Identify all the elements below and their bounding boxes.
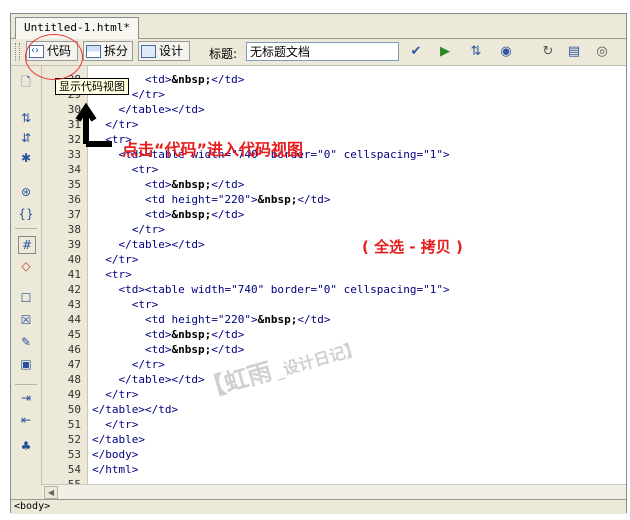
file-transfer-icon[interactable]: ⇅ bbox=[467, 44, 485, 60]
balance-braces-icon[interactable]: {} bbox=[18, 206, 34, 222]
code-line: </tr> bbox=[92, 223, 165, 236]
debug-icon[interactable]: ▶ bbox=[436, 44, 454, 60]
recent-snippets-icon[interactable]: ▣ bbox=[18, 356, 34, 372]
entity-nbsp: &nbsp; bbox=[171, 328, 212, 341]
browser-preview-icon[interactable]: ◉ bbox=[497, 44, 515, 60]
scroll-left-icon[interactable]: ◀ bbox=[44, 486, 58, 499]
line-number: 52 bbox=[67, 433, 81, 446]
code-line: </table></td> bbox=[92, 373, 205, 386]
coding-toolbar: 🗋 ⇅ ⇵ ✱ ⊛ {} # ◇ ☐ ☒ ✎ ▣ ⇥ ⇤ ♣ bbox=[11, 66, 42, 486]
code-line: </table></td> bbox=[92, 403, 179, 416]
line-number: 43 bbox=[67, 298, 81, 311]
entity-nbsp: &nbsp; bbox=[171, 73, 212, 86]
outdent-icon[interactable]: ⇤ bbox=[18, 412, 34, 428]
collapse-tag-icon[interactable]: ⇅ bbox=[18, 110, 34, 126]
line-number: 54 bbox=[67, 463, 81, 476]
status-bar: <body> bbox=[11, 499, 626, 514]
highlight-circle bbox=[25, 34, 83, 80]
highlight-invalid-icon[interactable]: ◇ bbox=[18, 258, 34, 274]
line-number: 50 bbox=[67, 403, 81, 416]
code-line: <tr> bbox=[92, 163, 159, 176]
refresh-icon[interactable]: ↻ bbox=[539, 44, 557, 60]
code-line: <tr> bbox=[92, 298, 159, 311]
line-number: 35 bbox=[67, 178, 81, 191]
line-number: 33 bbox=[67, 148, 81, 161]
annotation-click-code: 点击“代码”进入代码视图 bbox=[122, 140, 304, 159]
line-number: 37 bbox=[67, 208, 81, 221]
expand-all-icon[interactable]: ✱ bbox=[18, 150, 34, 166]
pointer-arrow-icon bbox=[75, 102, 112, 147]
split-view-button[interactable]: 拆分 bbox=[83, 41, 133, 61]
title-label: 标题: bbox=[209, 47, 238, 61]
code-line: </html> bbox=[92, 463, 139, 476]
code-line: </table></td> bbox=[92, 238, 205, 251]
annotation-select-copy: ( 全选 - 拷贝 ) bbox=[362, 238, 463, 256]
code-editor[interactable]: <td>&nbsp;</td> </tr> </table></td> </tr… bbox=[88, 66, 626, 484]
sidebar-separator bbox=[15, 228, 37, 229]
title-input[interactable]: 无标题文档 bbox=[246, 42, 399, 61]
line-number: 48 bbox=[67, 373, 81, 386]
code-line: <td height="220">&nbsp;</td> bbox=[92, 313, 331, 326]
line-number: 40 bbox=[67, 253, 81, 266]
document-tab[interactable]: Untitled-1.html* bbox=[15, 17, 139, 39]
validate-icon[interactable]: ✔ bbox=[407, 44, 425, 60]
design-view-label: 设计 bbox=[159, 44, 184, 58]
open-documents-icon[interactable]: 🗋 bbox=[18, 74, 34, 90]
sidebar-separator bbox=[15, 384, 37, 385]
entity-nbsp: &nbsp; bbox=[171, 343, 212, 356]
design-view-button[interactable]: 设计 bbox=[138, 41, 190, 61]
split-view-icon bbox=[86, 44, 101, 58]
code-line: <td>&nbsp;</td> bbox=[92, 208, 245, 221]
tag-selector-body[interactable]: <body> bbox=[14, 500, 50, 514]
format-source-icon[interactable]: ♣ bbox=[18, 438, 34, 454]
line-number: 38 bbox=[67, 223, 81, 236]
code-line: </body> bbox=[92, 448, 139, 461]
line-number: 42 bbox=[67, 283, 81, 296]
toolbar-grip[interactable] bbox=[15, 43, 20, 61]
code-line: <td>&nbsp;</td> bbox=[92, 178, 245, 191]
wrap-tag-icon[interactable]: ✎ bbox=[18, 334, 34, 350]
line-numbers-icon[interactable]: # bbox=[18, 236, 36, 254]
code-line: </tr> bbox=[92, 358, 165, 371]
entity-nbsp: &nbsp; bbox=[257, 193, 298, 206]
line-number: 53 bbox=[67, 448, 81, 461]
entity-nbsp: &nbsp; bbox=[171, 208, 212, 221]
design-view-icon bbox=[141, 44, 156, 58]
entity-nbsp: &nbsp; bbox=[171, 178, 212, 191]
visual-aids-icon[interactable]: ◎ bbox=[593, 44, 611, 60]
indent-icon[interactable]: ⇥ bbox=[18, 390, 34, 406]
document-toolbar: 代码 拆分 设计 标题: 无标题文档 ✔ ▶ ⇅ ◉ ↻ ▤ ◎ bbox=[11, 39, 626, 66]
code-line: </tr> bbox=[92, 388, 139, 401]
line-number: 47 bbox=[67, 358, 81, 371]
code-line: <td>&nbsp;</td> bbox=[92, 328, 245, 341]
code-line: <td>&nbsp;</td> bbox=[92, 343, 245, 356]
line-number: 44 bbox=[67, 313, 81, 326]
line-number: 36 bbox=[67, 193, 81, 206]
code-view-tooltip: 显示代码视图 bbox=[55, 78, 129, 95]
code-line: </tr> bbox=[92, 418, 139, 431]
line-number: 45 bbox=[67, 328, 81, 341]
horizontal-scrollbar[interactable]: ◀ bbox=[42, 484, 626, 499]
line-number: 34 bbox=[67, 163, 81, 176]
remove-comment-icon[interactable]: ☒ bbox=[18, 312, 34, 328]
collapse-selection-icon[interactable]: ⇵ bbox=[18, 130, 34, 146]
apply-comment-icon[interactable]: ☐ bbox=[18, 290, 34, 306]
select-parent-tag-icon[interactable]: ⊛ bbox=[18, 184, 34, 200]
view-options-icon[interactable]: ▤ bbox=[565, 44, 583, 60]
code-line: <td height="220">&nbsp;</td> bbox=[92, 193, 331, 206]
code-line: </tr> bbox=[92, 253, 139, 266]
code-line: <tr> bbox=[92, 268, 132, 281]
document-tab-bar: Untitled-1.html* bbox=[11, 14, 626, 39]
code-line: <td><table width="740" border="0" cellsp… bbox=[92, 283, 450, 296]
code-line: </table> bbox=[92, 433, 145, 446]
split-view-label: 拆分 bbox=[104, 44, 129, 58]
line-number: 39 bbox=[67, 238, 81, 251]
entity-nbsp: &nbsp; bbox=[257, 313, 298, 326]
line-number: 51 bbox=[67, 418, 81, 431]
line-number: 41 bbox=[67, 268, 81, 281]
line-number: 46 bbox=[67, 343, 81, 356]
line-number: 49 bbox=[67, 388, 81, 401]
